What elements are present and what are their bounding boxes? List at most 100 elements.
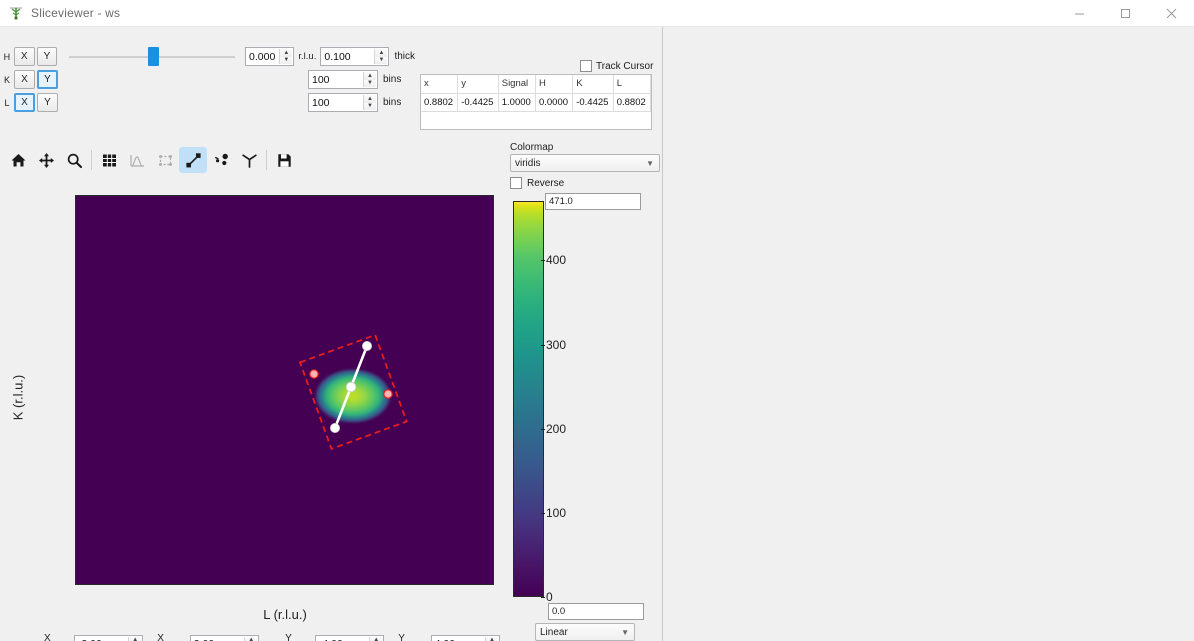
spin-arrows[interactable]: ▲▼: [485, 636, 499, 641]
line-cut-overlay[interactable]: [76, 196, 494, 585]
grid-icon: [102, 154, 116, 166]
toolbar-separator: [91, 150, 92, 170]
grid-button[interactable]: [95, 147, 123, 173]
nonorthogonal-axes-button[interactable]: [235, 147, 263, 173]
dim-k-bins-spinbox[interactable]: 100 ▲ ▼: [308, 70, 378, 89]
dimension-label-l: L: [4, 97, 10, 108]
dim-l-bins-label: bins: [383, 97, 402, 108]
norm-select[interactable]: Linear ▼: [535, 623, 635, 641]
spin-arrows[interactable]: ▲▼: [128, 636, 142, 641]
cut-start-handle[interactable]: [329, 422, 340, 433]
cursor-col-l: L: [613, 75, 652, 94]
home-button[interactable]: [4, 147, 32, 173]
axis-limit-controls: X min: -3.00 ▲▼ X max: 3.00 ▲▼ Y min: -4…: [0, 632, 501, 641]
peak-overlay-button[interactable]: [123, 147, 151, 173]
slice-heatmap-plot[interactable]: 4 3 2 1 0 −1 −2 −3 −4 −3 −2 −1 0 1 2 3 K…: [0, 177, 510, 632]
line-cut-button[interactable]: [179, 147, 207, 173]
cut-center-handle[interactable]: [345, 381, 357, 393]
colorbar-min-input[interactable]: 0.0: [548, 603, 644, 620]
track-cursor-control[interactable]: Track Cursor: [580, 60, 653, 72]
x-max-input[interactable]: 3.00 ▲▼: [189, 634, 260, 641]
cursor-col-k: K: [572, 75, 614, 94]
scatter-icon: [214, 153, 228, 165]
slice-panel: H X Y 0.000 ▲ ▼ r.l.u. 0.100 ▲ ▼ thick K…: [0, 27, 663, 641]
spin-arrows[interactable]: ▲▼: [363, 72, 376, 87]
norm-selected-value: Linear: [540, 626, 568, 638]
cursor-val-k: -0.4425: [572, 93, 614, 112]
width-handle-right[interactable]: [383, 389, 393, 399]
dimension-row-k: K X Y 100 ▲ ▼ bins: [0, 68, 415, 91]
dimension-row-l: L X Y 100 ▲ ▼ bins: [0, 91, 415, 114]
colorbar: 400 300 200 100 0: [513, 201, 566, 604]
box-icon: [158, 154, 172, 166]
dim-l-y-button[interactable]: Y: [37, 93, 58, 112]
dimension-label-h: H: [3, 51, 11, 62]
colormap-select[interactable]: viridis ▼: [510, 154, 660, 172]
cursor-val-h: 0.0000: [535, 93, 574, 112]
colorbar-tick: 200: [540, 421, 567, 436]
cursor-val-x: 0.8802: [421, 93, 459, 112]
minimize-button[interactable]: [1056, 0, 1102, 27]
maximize-button[interactable]: [1102, 0, 1148, 27]
save-button[interactable]: [270, 147, 298, 173]
width-handle-left[interactable]: [309, 369, 319, 379]
dim-k-y-button[interactable]: Y: [37, 70, 58, 89]
close-button[interactable]: [1148, 0, 1194, 27]
table-row: 0.8802 -0.4425 1.0000 0.0000 -0.4425 0.8…: [421, 93, 652, 112]
dim-h-x-button[interactable]: X: [13, 47, 35, 66]
cut-end-handle[interactable]: [361, 340, 372, 351]
track-cursor-checkbox[interactable]: [580, 60, 592, 72]
main-content: H X Y 0.000 ▲ ▼ r.l.u. 0.100 ▲ ▼ thick K…: [0, 27, 1194, 641]
home-icon: [11, 153, 25, 166]
cursor-col-x: x: [421, 75, 459, 94]
dim-h-y-button[interactable]: Y: [36, 47, 58, 66]
reverse-colormap-control[interactable]: Reverse: [510, 177, 660, 189]
dim-h-thickness-spinbox[interactable]: 0.100 ▲ ▼: [320, 47, 390, 66]
line-cut-icon: [185, 152, 201, 167]
spin-arrows[interactable]: ▲▼: [279, 49, 293, 64]
scatter-cut-button[interactable]: [207, 147, 235, 173]
x-min-input[interactable]: -3.00 ▲▼: [73, 634, 144, 641]
pan-button[interactable]: [32, 147, 60, 173]
dim-h-unit: r.l.u.: [298, 51, 317, 62]
pan-icon: [38, 152, 54, 168]
zoom-button[interactable]: [60, 147, 88, 173]
dimension-row-h: H X Y 0.000 ▲ ▼ r.l.u. 0.100 ▲ ▼ thick: [0, 45, 415, 68]
x-max-label: X max:: [157, 633, 164, 641]
cursor-val-signal: 1.0000: [498, 93, 536, 112]
dim-l-x-button[interactable]: X: [14, 93, 35, 112]
reverse-checkbox[interactable]: [510, 177, 522, 189]
spin-arrows[interactable]: ▲▼: [369, 636, 383, 641]
slider-handle[interactable]: [148, 47, 160, 66]
dim-k-bins-value: 100: [312, 73, 330, 86]
slice-plot-toolbar: [4, 145, 298, 175]
dim-h-slider[interactable]: [69, 47, 236, 66]
spin-arrows[interactable]: ▲▼: [374, 49, 388, 64]
dim-k-x-button[interactable]: X: [14, 70, 35, 89]
toolbar-separator: [266, 150, 267, 170]
y-max-label: Y max:: [398, 633, 405, 641]
save-icon: [277, 153, 291, 167]
region-overlay-button[interactable]: [151, 147, 179, 173]
dim-h-value-spinbox[interactable]: 0.000 ▲ ▼: [245, 47, 295, 66]
cursor-col-signal: Signal: [498, 75, 536, 94]
heatmap-axes[interactable]: 4 3 2 1 0 −1 −2 −3 −4 −3 −2 −1 0 1 2 3: [75, 195, 494, 585]
spin-arrows[interactable]: ▲▼: [363, 95, 376, 110]
chevron-down-icon: ▼: [621, 627, 629, 637]
cursor-col-y: y: [457, 75, 499, 94]
dim-l-bins-spinbox[interactable]: 100 ▲ ▼: [308, 93, 378, 112]
heatmap-y-axis-title: K (r.l.u.): [10, 374, 26, 421]
colormap-label: Colormap: [510, 142, 554, 153]
colormap-selected-value: viridis: [515, 157, 541, 169]
window-controls: [1056, 0, 1194, 27]
title-bar: Sliceviewer - ws: [0, 0, 1194, 27]
y-max-input[interactable]: 4.00 ▲▼: [430, 634, 501, 641]
dimension-controls: H X Y 0.000 ▲ ▼ r.l.u. 0.100 ▲ ▼ thick K…: [0, 45, 415, 141]
colorbar-max-input[interactable]: 471.0: [545, 193, 641, 210]
cursor-val-y: -0.4425: [457, 93, 499, 112]
spin-arrows[interactable]: ▲▼: [244, 636, 258, 641]
heatmap-x-axis-title: L (r.l.u.): [263, 607, 307, 622]
y-min-input[interactable]: -4.00 ▲▼: [314, 634, 385, 641]
reverse-label: Reverse: [527, 177, 565, 189]
colorbar-tick: 300: [540, 337, 567, 352]
